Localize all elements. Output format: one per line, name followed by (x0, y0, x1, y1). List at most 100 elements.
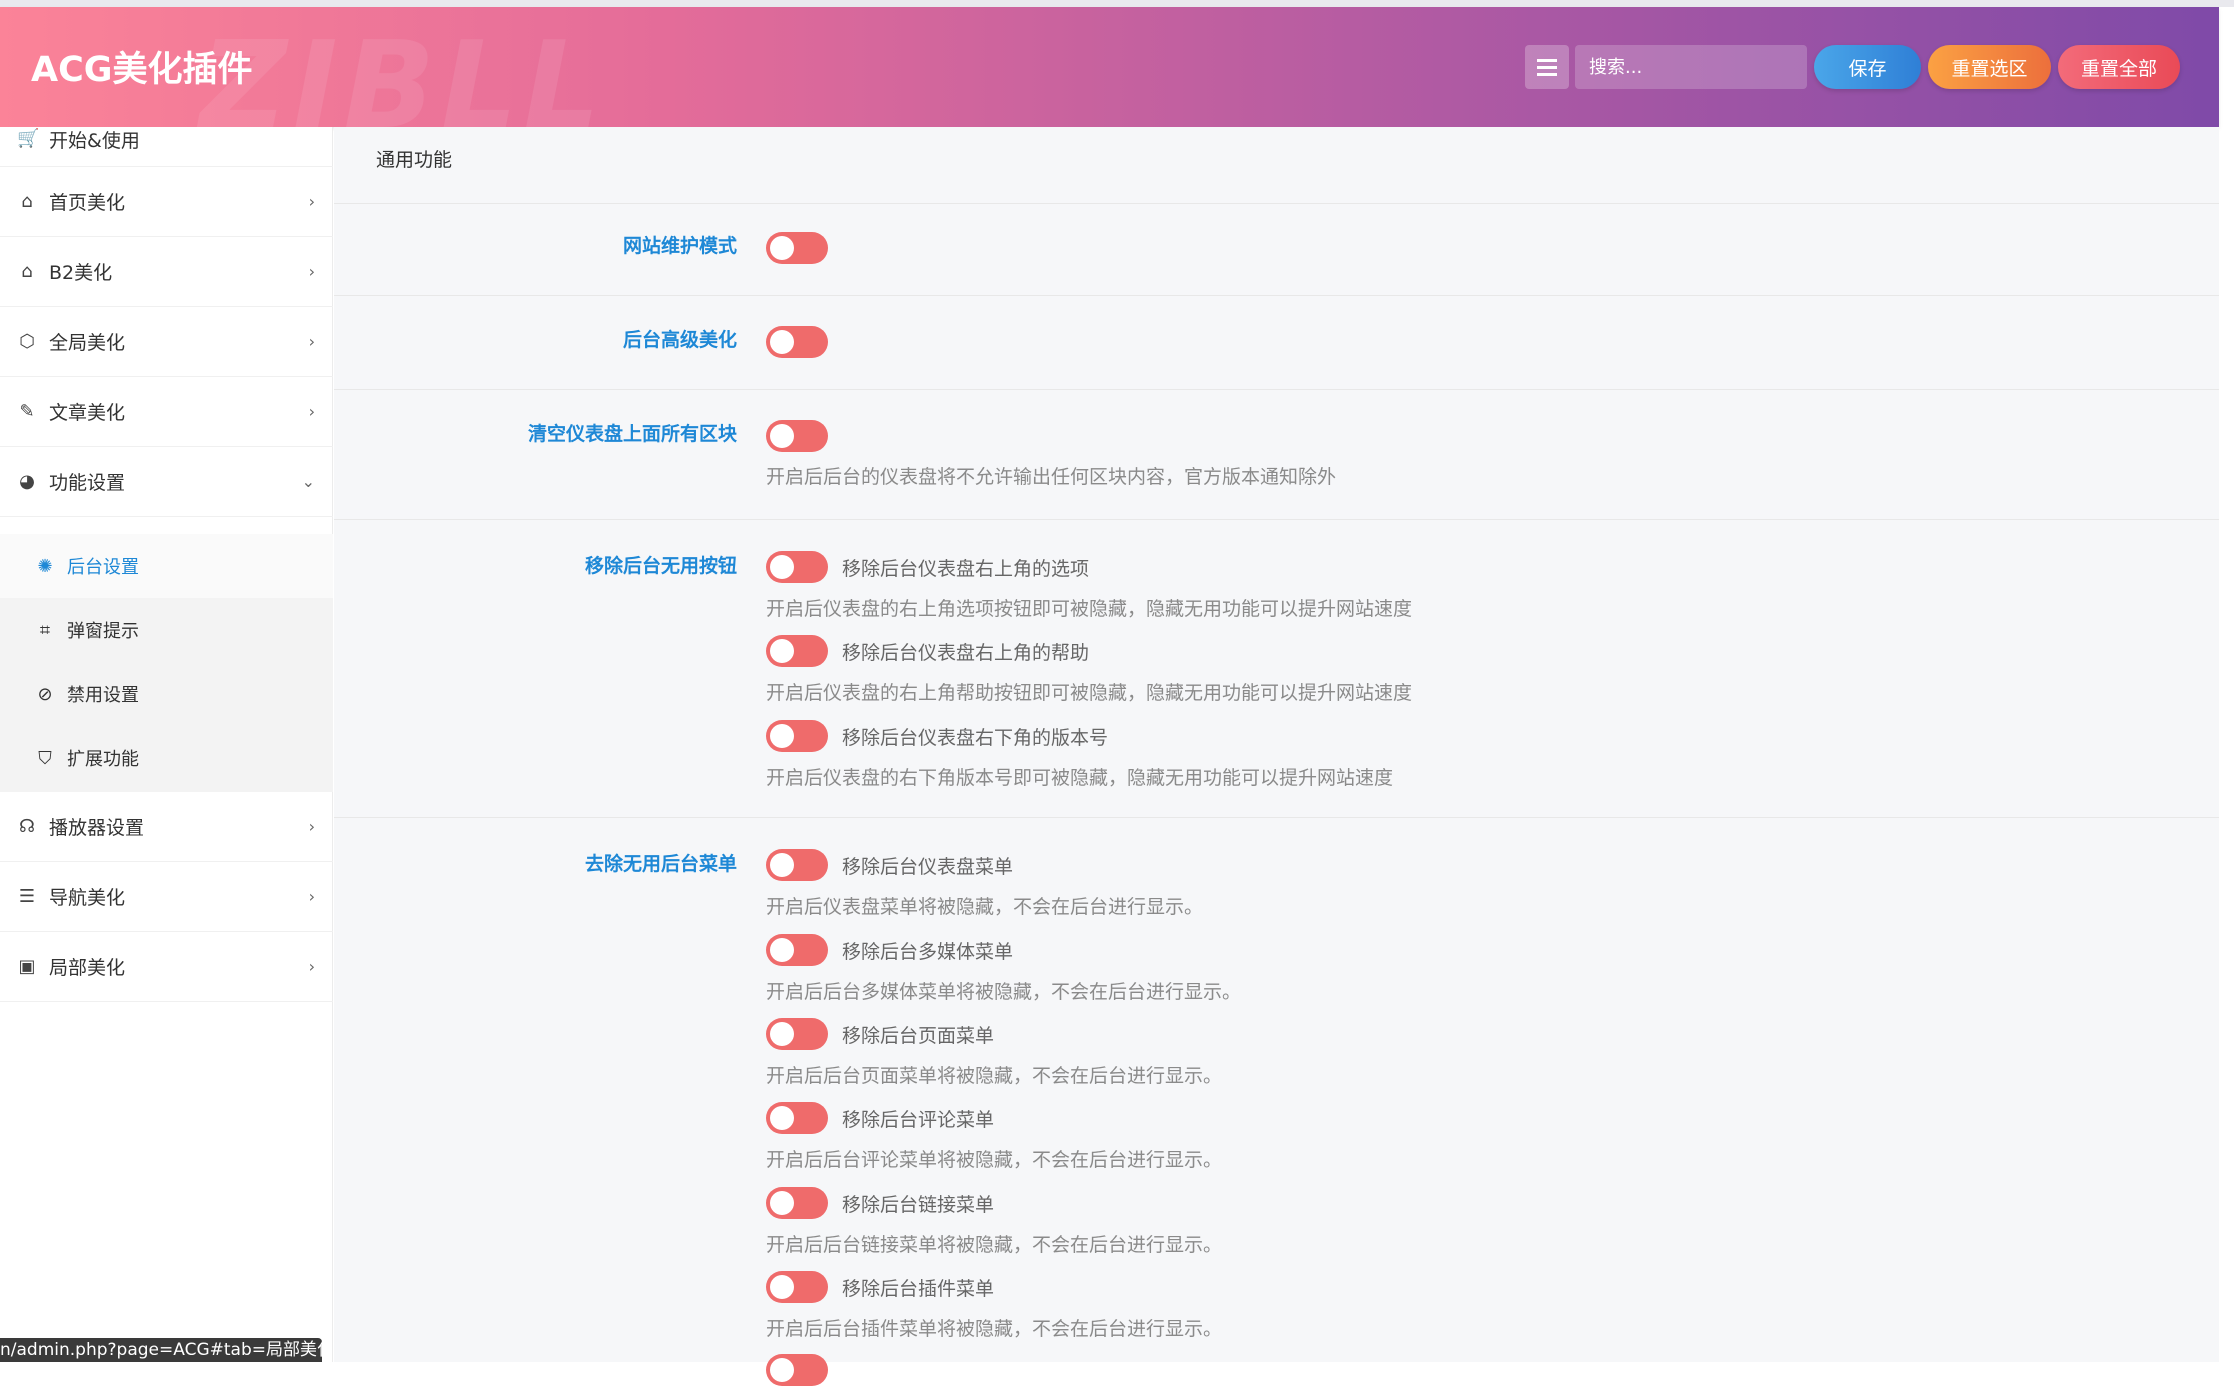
sidebar-subitem-disable[interactable]: ⊘ 禁用设置 (0, 662, 333, 726)
option-label: 移除后台仪表盘右上角的帮助 (842, 642, 1090, 664)
sidebar-item-article[interactable]: ✎ 文章美化 › (0, 377, 333, 447)
object-group-icon: ▣ (18, 955, 36, 977)
sidebar-item-start[interactable]: 🛒 开始&使用 (0, 112, 333, 167)
remove-options-toggle[interactable] (766, 551, 828, 583)
advanced-beautify-toggle[interactable] (766, 326, 828, 358)
sidebar-item-label: 全局美化 (49, 332, 126, 354)
chevron-right-icon: › (308, 262, 315, 281)
headphones-icon: ☊ (19, 815, 35, 837)
sidebar-item-label: 首页美化 (49, 192, 126, 214)
clear-dashboard-toggle[interactable] (766, 420, 828, 452)
menu-toggle-button[interactable] (1525, 45, 1569, 89)
remove-help-toggle[interactable] (766, 635, 828, 667)
divider (334, 389, 2219, 390)
reset-section-button[interactable]: 重置选区 (1928, 45, 2051, 89)
sidebar-submenu: ✺ 后台设置 ⌗ 弹窗提示 ⊘ 禁用设置 ⛉ 扩展功能 (0, 534, 333, 792)
chevron-right-icon: › (308, 192, 315, 211)
setting-label: 移除后台无用按钮 (584, 555, 737, 577)
setting-label: 清空仪表盘上面所有区块 (527, 423, 737, 445)
remove-dashboard-menu-toggle[interactable] (766, 849, 828, 881)
option-description: 开启后后台页面菜单将被隐藏，不会在后台进行显示。 (766, 1065, 1223, 1087)
reset-all-button[interactable]: 重置全部 (2058, 45, 2180, 89)
maintenance-toggle[interactable] (766, 232, 828, 264)
option-description: 开启后仪表盘的右下角版本号即可被隐藏，隐藏无用功能可以提升网站速度 (766, 767, 1394, 789)
divider (334, 295, 2219, 296)
sidebar-item-label: 局部美化 (49, 957, 126, 979)
sidebar-item-home[interactable]: ⌂ 首页美化 › (0, 167, 333, 237)
option-label: 移除后台评论菜单 (842, 1109, 995, 1131)
main-content: 通用功能 网站维护模式 后台高级美化 清空仪表盘上面所有区块 开启后后台的仪表盘… (334, 127, 2219, 1386)
setting-label: 去除无用后台菜单 (584, 853, 737, 875)
app-title: ACG美化插件 (31, 50, 253, 90)
option-label: 移除后台仪表盘右下角的版本号 (842, 727, 1109, 749)
sidebar-item-label: 播放器设置 (49, 817, 145, 839)
setting-label: 网站维护模式 (622, 235, 737, 257)
indent-list-icon (1537, 57, 1557, 78)
chevron-right-icon: › (308, 332, 315, 351)
remove-plugins-menu-toggle[interactable] (766, 1271, 828, 1303)
sidebar-subitem-backend[interactable]: ✺ 后台设置 (0, 534, 333, 598)
sidebar-item-features[interactable]: ◕ 功能设置 ⌄ (0, 447, 333, 517)
sidebar-subitem-label: 后台设置 (67, 557, 139, 578)
section-title: 通用功能 (376, 149, 453, 171)
option-description: 开启后仪表盘的右上角选项按钮即可被隐藏，隐藏无用功能可以提升网站速度 (766, 598, 1413, 620)
sidebar-subitem-extensions[interactable]: ⛉ 扩展功能 (0, 726, 333, 790)
crop-icon: ⌗ (39, 619, 51, 641)
option-description: 开启后仪表盘的右上角帮助按钮即可被隐藏，隐藏无用功能可以提升网站速度 (766, 682, 1413, 704)
sidebar-item-global[interactable]: ⬡ 全局美化 › (0, 307, 333, 377)
option-label: 移除后台多媒体菜单 (842, 941, 1014, 963)
remove-pages-menu-toggle[interactable] (766, 1018, 828, 1050)
divider (334, 519, 2219, 520)
shield-icon: ⛉ (38, 747, 52, 769)
spinner-icon: ✺ (37, 555, 53, 577)
home-icon: ⌂ (21, 190, 33, 212)
sidebar-item-b2[interactable]: ⌂ B2美化 › (0, 237, 333, 307)
option-description: 开启后后台评论菜单将被隐藏，不会在后台进行显示。 (766, 1149, 1223, 1171)
chevron-right-icon: › (308, 887, 315, 906)
home-icon: ⌂ (21, 260, 33, 282)
sidebar-subitem-label: 扩展功能 (67, 749, 139, 770)
sidebar-item-nav[interactable]: ☰ 导航美化 › (0, 862, 333, 932)
chevron-down-icon: ⌄ (301, 472, 315, 491)
sidebar-subitem-label: 弹窗提示 (67, 621, 139, 642)
chevron-right-icon: › (308, 817, 315, 836)
server-icon: ☰ (18, 885, 36, 907)
codepen-icon: ⬡ (19, 330, 35, 352)
sidebar-item-label: 文章美化 (49, 402, 126, 424)
remove-links-menu-toggle[interactable] (766, 1187, 828, 1219)
sidebar-subitem-popup[interactable]: ⌗ 弹窗提示 (0, 598, 333, 662)
option-label: 移除后台仪表盘右上角的选项 (842, 558, 1090, 580)
sidebar-item-label: 开始&使用 (49, 129, 140, 152)
save-button[interactable]: 保存 (1814, 45, 1921, 89)
edit-icon: ✎ (19, 400, 35, 422)
cart-icon: 🛒 (17, 128, 40, 149)
search-input[interactable] (1575, 45, 1807, 89)
setting-description: 开启后后台的仪表盘将不允许输出任何区块内容，官方版本通知除外 (766, 466, 1337, 488)
option-description: 开启后后台多媒体菜单将被隐藏，不会在后台进行显示。 (766, 981, 1242, 1003)
sidebar: 🛒 开始&使用 ⌂ 首页美化 › ⌂ B2美化 › ⬡ 全局美化 › ✎ 文章美… (0, 127, 333, 1362)
remove-version-toggle[interactable] (766, 720, 828, 752)
remove-comments-menu-toggle[interactable] (766, 1102, 828, 1134)
top-border (0, 0, 2234, 7)
setting-label: 后台高级美化 (622, 329, 737, 351)
sidebar-item-label: 导航美化 (49, 887, 126, 909)
option-label: 移除后台页面菜单 (842, 1025, 995, 1047)
sidebar-item-partial[interactable]: ▣ 局部美化 › (0, 932, 333, 1002)
ban-icon: ⊘ (37, 683, 53, 705)
header-bar: ZIBLL ACG美化插件 保存 重置选区 重置全部 (0, 7, 2219, 156)
divider (334, 203, 2219, 204)
option-description: 开启后后台插件菜单将被隐藏，不会在后台进行显示。 (766, 1318, 1223, 1340)
sidebar-item-player[interactable]: ☊ 播放器设置 › (0, 792, 333, 862)
remove-media-menu-toggle[interactable] (766, 934, 828, 966)
option-label: 移除后台链接菜单 (842, 1194, 995, 1216)
option-label: 移除后台插件菜单 (842, 1278, 995, 1300)
status-url-tooltip: n/admin.php?page=ACG#tab=局部美化 (0, 1338, 322, 1362)
chevron-right-icon: › (308, 957, 315, 976)
next-toggle-partial[interactable] (766, 1354, 828, 1386)
option-label: 移除后台仪表盘菜单 (842, 856, 1014, 878)
sidebar-subitem-label: 禁用设置 (67, 685, 139, 706)
sidebar-item-label: 功能设置 (49, 472, 126, 494)
chevron-right-icon: › (308, 402, 315, 421)
pie-chart-icon: ◕ (19, 470, 35, 492)
option-description: 开启后仪表盘菜单将被隐藏，不会在后台进行显示。 (766, 896, 1204, 918)
